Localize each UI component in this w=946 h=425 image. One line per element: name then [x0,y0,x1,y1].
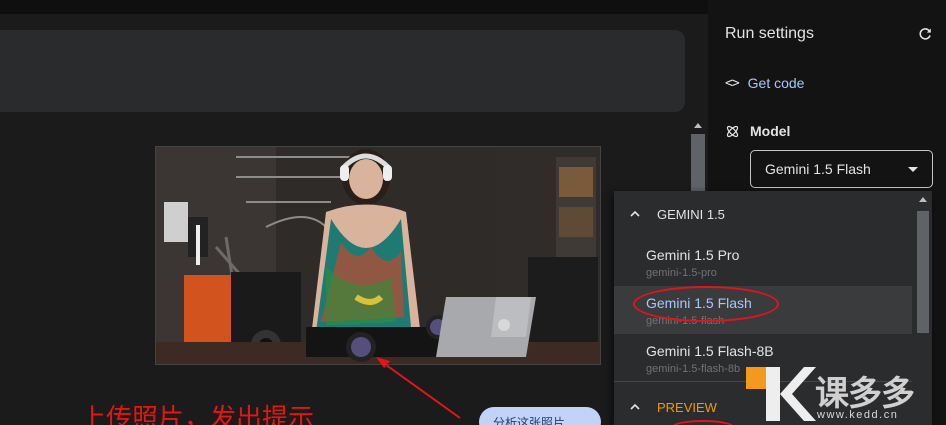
model-select[interactable]: Gemini 1.5 Flash [750,150,933,188]
suggestion-chip[interactable]: 分析这张照片 [479,407,601,425]
top-strip [0,0,708,14]
scroll-up-arrow-icon[interactable] [694,123,702,128]
chevron-up-icon [630,403,640,410]
group-label: PREVIEW [657,399,717,415]
group-header-gemini-1-5[interactable]: GEMINI 1.5 [614,194,912,234]
group-label: GEMINI 1.5 [657,206,725,222]
model-option-gemini-1-5-pro[interactable]: Gemini 1.5 Pro gemini-1.5-pro [614,238,912,286]
model-section-label: Model [725,123,790,139]
model-icon [726,125,739,137]
get-code-button[interactable]: <> Get code [725,75,804,91]
uploaded-photo [155,146,601,365]
option-name: Gemini 1.5 Flash-8B [646,343,774,359]
dropdown-caret-icon [908,167,918,172]
annotation-text: 上传照片，发出提示 [80,404,315,425]
option-id: gemini-1.5-pro [646,267,717,279]
scroll-thumb[interactable] [917,211,929,333]
watermark-url: www.kedd.cn [817,409,899,421]
refresh-icon[interactable] [918,27,932,41]
get-code-label: Get code [747,75,805,91]
scroll-up-arrow-icon[interactable] [919,197,927,202]
annotation-highlight-ellipse [633,286,779,322]
chevron-up-icon [630,210,640,217]
option-name: Gemini 1.5 Pro [646,247,740,263]
run-settings-title: Run settings [725,25,814,42]
code-icon: <> [725,75,740,91]
model-label: Model [750,123,791,139]
model-select-value: Gemini 1.5 Flash [765,161,871,177]
prompt-input-area[interactable] [0,30,685,112]
watermark-brand: 课多多 [815,374,915,414]
